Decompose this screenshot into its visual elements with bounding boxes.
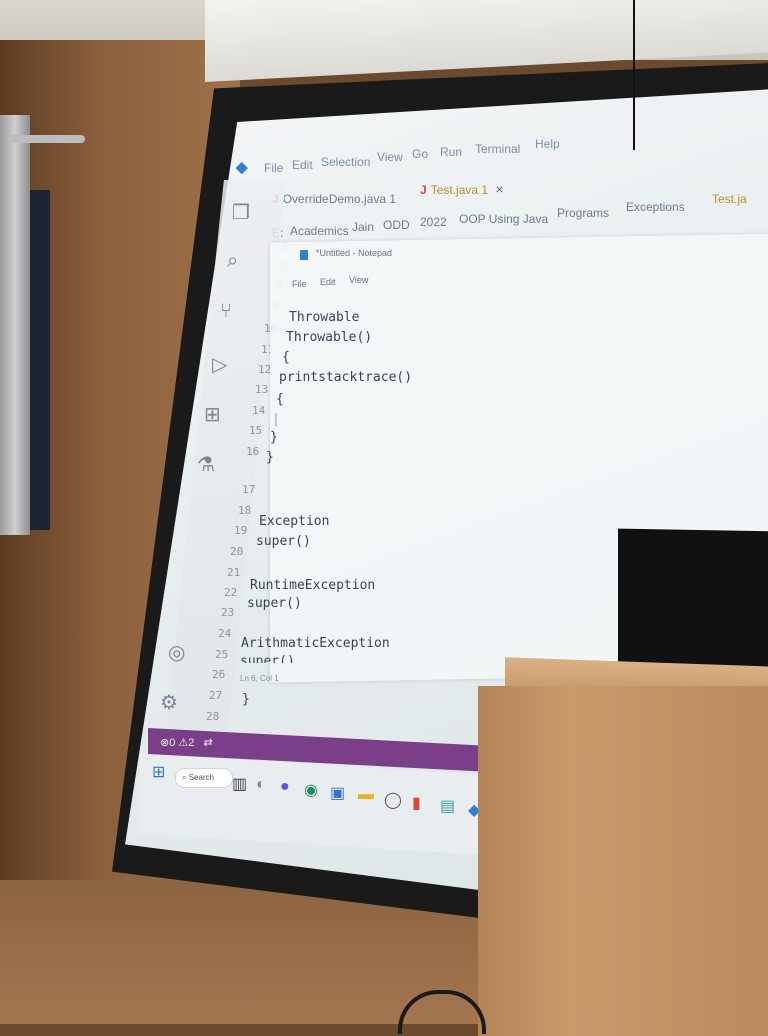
menu-selection[interactable]: Selection: [321, 155, 370, 169]
menu-go[interactable]: Go: [412, 147, 428, 161]
breadcrumb-jain[interactable]: Jain: [352, 220, 374, 234]
search-icon[interactable]: ⌕: [227, 250, 238, 273]
line-number: 23: [221, 606, 235, 619]
code-line[interactable]: super(): [256, 534, 311, 549]
code-line[interactable]: Throwable(): [286, 330, 372, 345]
chat-icon[interactable]: ●: [280, 778, 290, 796]
line-number: 14: [252, 404, 266, 417]
line-number: 17: [242, 483, 256, 496]
vscode-logo-icon: ◆: [236, 159, 248, 176]
line-number: 28: [206, 710, 220, 723]
line-number: 16: [246, 445, 260, 458]
code-line[interactable]: }: [242, 692, 250, 707]
java-file-icon: J: [420, 183, 427, 197]
line-number: 21: [227, 566, 241, 579]
office-icon[interactable]: ▮: [412, 793, 421, 813]
text-cursor: |: [272, 412, 280, 427]
close-icon[interactable]: ×: [495, 181, 503, 197]
notepad-menu-view[interactable]: View: [349, 275, 368, 285]
breadcrumb-exceptions[interactable]: Exceptions: [626, 200, 685, 214]
edge-icon[interactable]: ◉: [304, 780, 318, 800]
line-number: 20: [230, 545, 244, 558]
line-number: 22: [224, 586, 238, 599]
line-number: 15: [249, 424, 263, 437]
code-line[interactable]: Exception: [259, 514, 329, 529]
code-line[interactable]: ArithmaticException: [241, 636, 390, 651]
testing-icon[interactable]: ⚗: [197, 452, 215, 477]
problems-indicator[interactable]: ⊗0 ⚠2 ⇄: [160, 736, 213, 749]
breadcrumb-programs[interactable]: Programs: [557, 206, 609, 220]
breadcrumb-academics[interactable]: Academics: [290, 224, 349, 238]
menu-terminal[interactable]: Terminal: [475, 142, 520, 156]
code-line[interactable]: {: [282, 350, 290, 365]
error-icon: ⊗: [160, 737, 170, 749]
source-control-icon[interactable]: ⑂: [220, 300, 232, 323]
account-icon[interactable]: ◎: [168, 640, 185, 665]
code-line[interactable]: super(): [247, 596, 302, 611]
settings-gear-icon[interactable]: ⚙: [160, 690, 178, 715]
notepad-app-icon[interactable]: ▤: [440, 796, 455, 816]
code-line[interactable]: }: [270, 430, 278, 445]
notepad-title: *Untitled - Notepad: [316, 248, 393, 258]
extensions-icon[interactable]: ⊞: [204, 402, 221, 427]
code-line[interactable]: RuntimeException: [250, 578, 375, 593]
task-view-icon[interactable]: ▥: [232, 774, 247, 794]
line-number: 18: [238, 504, 252, 517]
run-debug-icon[interactable]: ▷: [212, 352, 227, 377]
dell-icon[interactable]: ◯: [384, 790, 402, 810]
menu-edit[interactable]: Edit: [292, 158, 313, 172]
taskbar-search[interactable]: ⌕ Search: [175, 768, 233, 788]
breadcrumb-2022[interactable]: 2022: [420, 215, 447, 229]
line-number: 27: [209, 689, 223, 702]
code-line[interactable]: printstacktrace(): [279, 370, 412, 385]
notepad-menu-edit[interactable]: Edit: [320, 277, 336, 287]
code-line[interactable]: }: [266, 450, 274, 465]
notepad-status: Ln 6, Col 1: [240, 674, 279, 683]
remote-icon: ⇄: [203, 737, 213, 749]
line-number: 19: [234, 524, 248, 537]
menu-help[interactable]: Help: [535, 137, 560, 151]
line-number: 26: [212, 668, 226, 681]
breadcrumb-file[interactable]: Test.ja: [712, 192, 747, 206]
widgets-icon[interactable]: ◐: [256, 776, 266, 794]
warning-icon: ⚠: [178, 737, 189, 749]
breadcrumb-oop[interactable]: OOP Using Java: [459, 212, 548, 226]
store-icon[interactable]: ▣: [330, 783, 345, 803]
notepad-icon: [300, 250, 308, 260]
tab-overridedemo[interactable]: JOverrideDemo.java 1: [272, 192, 396, 206]
explorer-icon[interactable]: ❐: [232, 200, 250, 225]
notepad-menu-file[interactable]: File: [292, 279, 307, 289]
folder-icon[interactable]: ▬: [358, 786, 374, 804]
wooden-podium: [478, 686, 768, 1036]
menu-view[interactable]: View: [377, 150, 403, 164]
line-number: 13: [255, 383, 269, 396]
breadcrumb-odd[interactable]: ODD: [383, 218, 410, 232]
tab-test-java[interactable]: J Test.java 1 ×: [420, 181, 504, 197]
line-number: 24: [218, 627, 232, 640]
menu-file[interactable]: File: [264, 161, 283, 175]
line-number: 25: [215, 648, 229, 661]
menu-run[interactable]: Run: [440, 145, 462, 159]
start-icon[interactable]: ⊞: [152, 762, 165, 782]
code-line[interactable]: {: [276, 392, 284, 407]
code-line[interactable]: Throwable: [289, 310, 359, 325]
